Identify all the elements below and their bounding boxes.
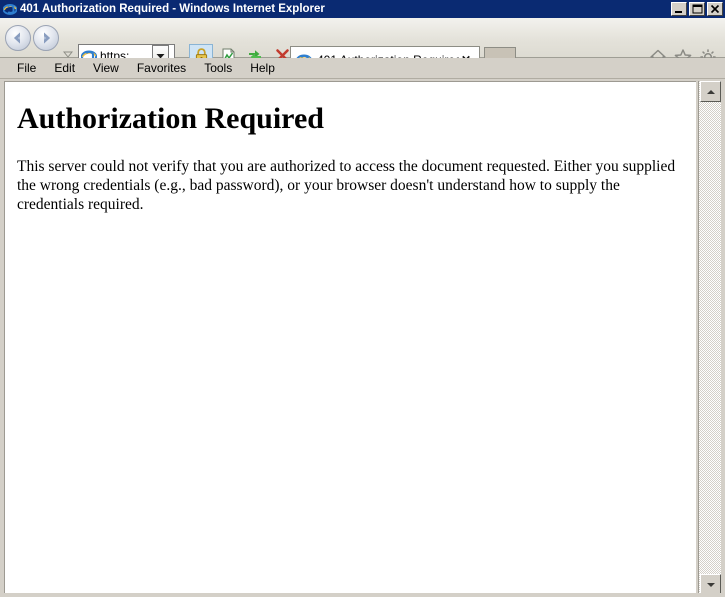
menu-item-file[interactable]: File — [8, 59, 45, 78]
window-controls — [671, 2, 723, 16]
scroll-down-button[interactable] — [700, 574, 721, 595]
navigation-toolbar: https:... — [0, 18, 725, 72]
menu-bar: File Edit View Favorites Tools Help — [0, 58, 725, 79]
maximize-button[interactable] — [689, 2, 705, 16]
menu-item-edit[interactable]: Edit — [45, 59, 84, 78]
page-content: Authorization Required This server could… — [5, 82, 696, 214]
title-bar[interactable]: 401 Authorization Required - Windows Int… — [0, 0, 725, 18]
menu-item-view[interactable]: View — [84, 59, 128, 78]
window-frame-left — [0, 79, 4, 597]
chevron-up-icon — [706, 89, 715, 94]
page-paragraph: This server could not verify that you ar… — [17, 158, 676, 214]
back-button[interactable] — [5, 25, 31, 51]
forward-button[interactable] — [33, 25, 59, 51]
window-frame-bottom — [0, 593, 725, 597]
scroll-up-button[interactable] — [700, 81, 721, 102]
vertical-scrollbar[interactable] — [698, 81, 721, 595]
close-button[interactable] — [707, 2, 723, 16]
recent-pages-dropdown[interactable] — [62, 45, 74, 58]
page-title: Authorization Required — [17, 102, 324, 135]
menu-item-tools[interactable]: Tools — [195, 59, 241, 78]
internet-explorer-icon — [2, 2, 18, 16]
content-frame: Authorization Required This server could… — [0, 79, 725, 597]
window-title: 401 Authorization Required - Windows Int… — [20, 3, 325, 15]
window-frame-right — [721, 79, 725, 597]
minimize-button[interactable] — [671, 2, 687, 16]
browser-window: 401 Authorization Required - Windows Int… — [0, 0, 725, 597]
menu-item-help[interactable]: Help — [241, 59, 284, 78]
page-viewport: Authorization Required This server could… — [4, 81, 696, 593]
chevron-down-icon — [706, 582, 715, 587]
menu-item-favorites[interactable]: Favorites — [128, 59, 195, 78]
